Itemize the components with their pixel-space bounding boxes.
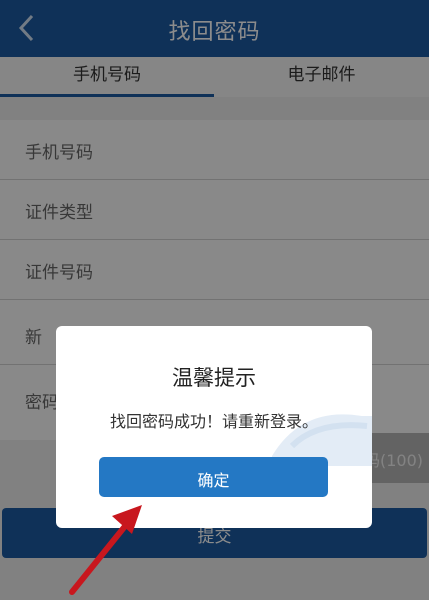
confirm-button[interactable]: 确定: [99, 457, 328, 497]
dialog-title: 温馨提示: [172, 366, 256, 390]
dialog-message: 找回密码成功！请重新登录。: [109, 412, 318, 431]
alert-dialog: 温馨提示 找回密码成功！请重新登录。 确定: [56, 326, 372, 528]
confirm-label: 确定: [197, 471, 230, 490]
